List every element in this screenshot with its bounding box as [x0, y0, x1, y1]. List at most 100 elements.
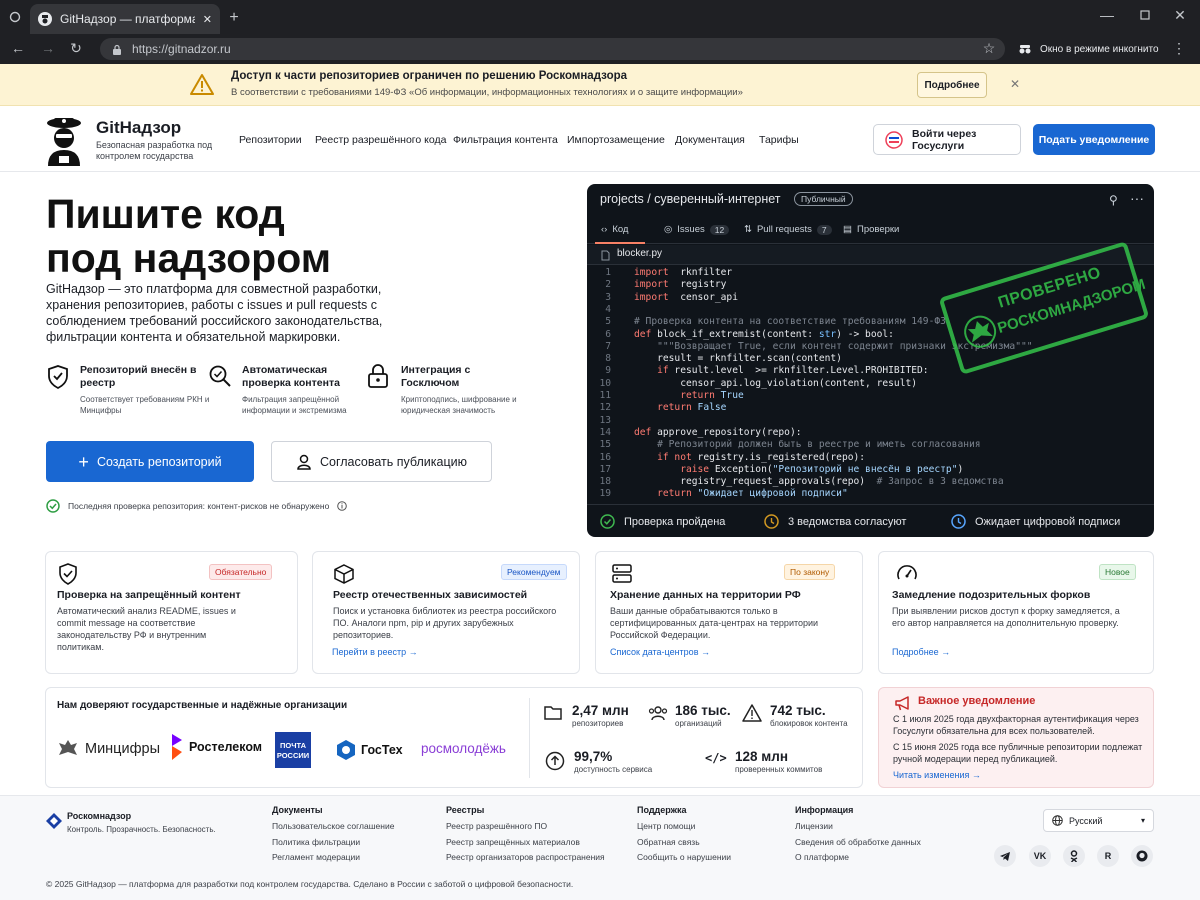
logo-rosmolodezh[interactable]: росмолодёжь [421, 741, 506, 756]
gosuslugi-icon [884, 130, 904, 149]
footer-link[interactable]: Сообщить о нарушении [637, 852, 731, 862]
card-badge: По закону [784, 564, 836, 580]
nav-content-filtering[interactable]: Фильтрация контента [453, 134, 558, 146]
footer-link[interactable]: Лицензии [795, 821, 833, 831]
forward-icon[interactable]: → [40, 40, 56, 56]
nav-repositories[interactable]: Репозитории [239, 134, 302, 146]
approve-publication-button[interactable]: Согласовать публикацию [271, 441, 492, 482]
nav-import-substitution[interactable]: Импортозамещение [567, 134, 665, 146]
r-icon[interactable]: R [1097, 845, 1119, 867]
logo-mintsifry[interactable]: Минцифры [57, 738, 160, 760]
footer-link[interactable]: Пользовательское соглашение [272, 821, 394, 831]
code-line: # Проверка контента на соответствие треб… [634, 316, 946, 328]
gosuslugi-login-button[interactable]: Войти через Госуслуги [873, 124, 1021, 155]
line-number: 19 [599, 488, 611, 500]
footer-link[interactable]: Центр помощи [637, 821, 695, 831]
inspector-logo-icon[interactable] [44, 114, 84, 166]
footer-link[interactable]: Реестр разрешённого ПО [446, 821, 547, 831]
logo-pochta-rossii[interactable]: ПОЧТА РОССИИ [275, 732, 311, 768]
footer-link[interactable]: Реестр запрещённых материалов [446, 837, 580, 847]
close-window-icon[interactable]: ✕ [1173, 7, 1187, 23]
back-icon[interactable]: ← [10, 40, 26, 56]
card-fork-throttling[interactable]: Новое Замедление подозрительных форков П… [878, 551, 1154, 674]
create-repository-button[interactable]: + Создать репозиторий [46, 441, 254, 482]
trust-title: Нам доверяют государственные и надёжные … [57, 700, 348, 711]
line-number: 16 [599, 451, 611, 463]
close-notice-icon[interactable]: ✕ [1010, 77, 1020, 91]
status-signature: Ожидает цифровой подписи [951, 514, 1120, 529]
card-link[interactable]: Перейти в реестр → [332, 647, 418, 657]
line-number: 14 [599, 426, 611, 438]
maximize-icon[interactable] [1138, 8, 1152, 22]
stat-label: проверенных коммитов [735, 765, 823, 774]
tab-label: Код [612, 224, 629, 235]
logo-gostech[interactable]: ГосТех [336, 739, 403, 761]
line-number: 1 [605, 267, 611, 278]
coat-of-arms-icon [57, 738, 79, 760]
more-options-icon[interactable]: ··· [1130, 190, 1144, 206]
feature-title: Репозиторий внесён в реестр [80, 364, 197, 389]
card-link[interactable]: Список дата-центров → [610, 647, 710, 657]
footer-brand: Роскомнадзор [67, 811, 132, 821]
nav-allowed-code-registry[interactable]: Реестр разрешённого кода [315, 134, 446, 146]
new-tab-icon[interactable]: + [226, 9, 242, 26]
line-number: 12 [599, 402, 611, 414]
code-icon: ‹› [601, 224, 608, 235]
footer-link[interactable]: Обратная связь [637, 837, 700, 847]
card-link[interactable]: Подробнее → [892, 647, 950, 657]
file-name[interactable]: blocker.py [617, 248, 662, 259]
card-forbidden-content[interactable]: Обязательно Проверка на запрещённый конт… [45, 551, 298, 674]
brand-name[interactable]: GitНадзор [96, 118, 181, 138]
tab-checks[interactable]: ▤ Проверки [843, 224, 899, 235]
stat-value: 742 тыс. [770, 703, 826, 718]
card-data-storage[interactable]: По закону Хранение данных на территории … [595, 551, 863, 674]
close-tab-icon[interactable]: ✕ [203, 13, 212, 26]
nav-documentation[interactable]: Документация [675, 134, 745, 146]
notice-more-button[interactable]: Подробнее [917, 72, 987, 98]
browser-kebab-icon[interactable]: ⋮ [1172, 40, 1186, 56]
card-badge: Рекомендуем [501, 564, 567, 580]
clock-icon [764, 514, 779, 529]
card-domestic-deps[interactable]: Рекомендуем Реестр отечественных зависим… [312, 551, 580, 674]
tab-code[interactable]: ‹› Код [601, 224, 628, 235]
github-icon[interactable] [1131, 845, 1153, 867]
notice-link[interactable]: Читать изменения → [893, 770, 981, 780]
minimize-icon[interactable]: — [1100, 7, 1114, 23]
telegram-icon[interactable] [994, 845, 1016, 867]
vk-icon[interactable]: VK [1029, 845, 1051, 867]
status-label: 3 ведомства согласуют [788, 515, 907, 528]
bookmark-star-icon[interactable]: ☆ [982, 40, 996, 56]
language-select[interactable]: Русский ▾ [1043, 809, 1154, 832]
stat-label: доступность сервиса [574, 765, 653, 774]
tab-active[interactable]: GitНадзор — платформа для безопасной ✕ [30, 4, 220, 34]
reload-icon[interactable]: ↻ [68, 40, 84, 56]
browser-menu-icon[interactable] [8, 10, 22, 24]
brand-subtitle: Безопасная разработка под контролем госу… [96, 140, 213, 161]
stat-label: организаций [675, 719, 722, 728]
repo-path[interactable]: projects / суверенный-интернет [600, 192, 781, 206]
ok-icon[interactable] [1063, 845, 1085, 867]
language-value: Русский [1069, 815, 1103, 826]
footer-link[interactable]: Реестр организаторов распространения [446, 852, 605, 862]
pr-count: 7 [816, 224, 832, 235]
status-passed: Проверка пройдена [600, 514, 725, 529]
notice-banner: Доступ к части репозиториев ограничен по… [0, 64, 1200, 106]
notice-text: В соответствии с требованиями 149-ФЗ «Об… [231, 87, 743, 98]
footer-link[interactable]: Политика фильтрации [272, 837, 360, 847]
hero-lead: GitНадзор — это платформа для совместной… [46, 282, 383, 344]
rkn-logo-icon[interactable] [45, 812, 63, 830]
footer-link[interactable]: О платформе [795, 852, 849, 862]
feature-title: Интеграция с Госключом [401, 364, 471, 389]
incognito-indicator[interactable]: Окно в режиме инкогнито [1012, 38, 1160, 60]
logo-rostelecom[interactable]: Ростелеком [170, 732, 262, 762]
tab-issues[interactable]: ◎ Issues 12 [664, 224, 730, 235]
submit-notification-button[interactable]: Подать уведомление [1033, 124, 1155, 155]
nav-pricing[interactable]: Тарифы [759, 134, 799, 146]
footer-link[interactable]: Регламент модерации [272, 852, 360, 862]
info-icon[interactable] [337, 501, 348, 511]
address-bar[interactable]: https://gitnadzor.ru [100, 38, 1005, 60]
pin-icon[interactable]: ⚲ [1109, 193, 1118, 207]
tab-pull-requests[interactable]: ⇅ Pull requests 7 [744, 224, 832, 235]
footer-link[interactable]: Сведения об обработке данных [795, 837, 921, 847]
line-number: 6 [605, 328, 611, 340]
